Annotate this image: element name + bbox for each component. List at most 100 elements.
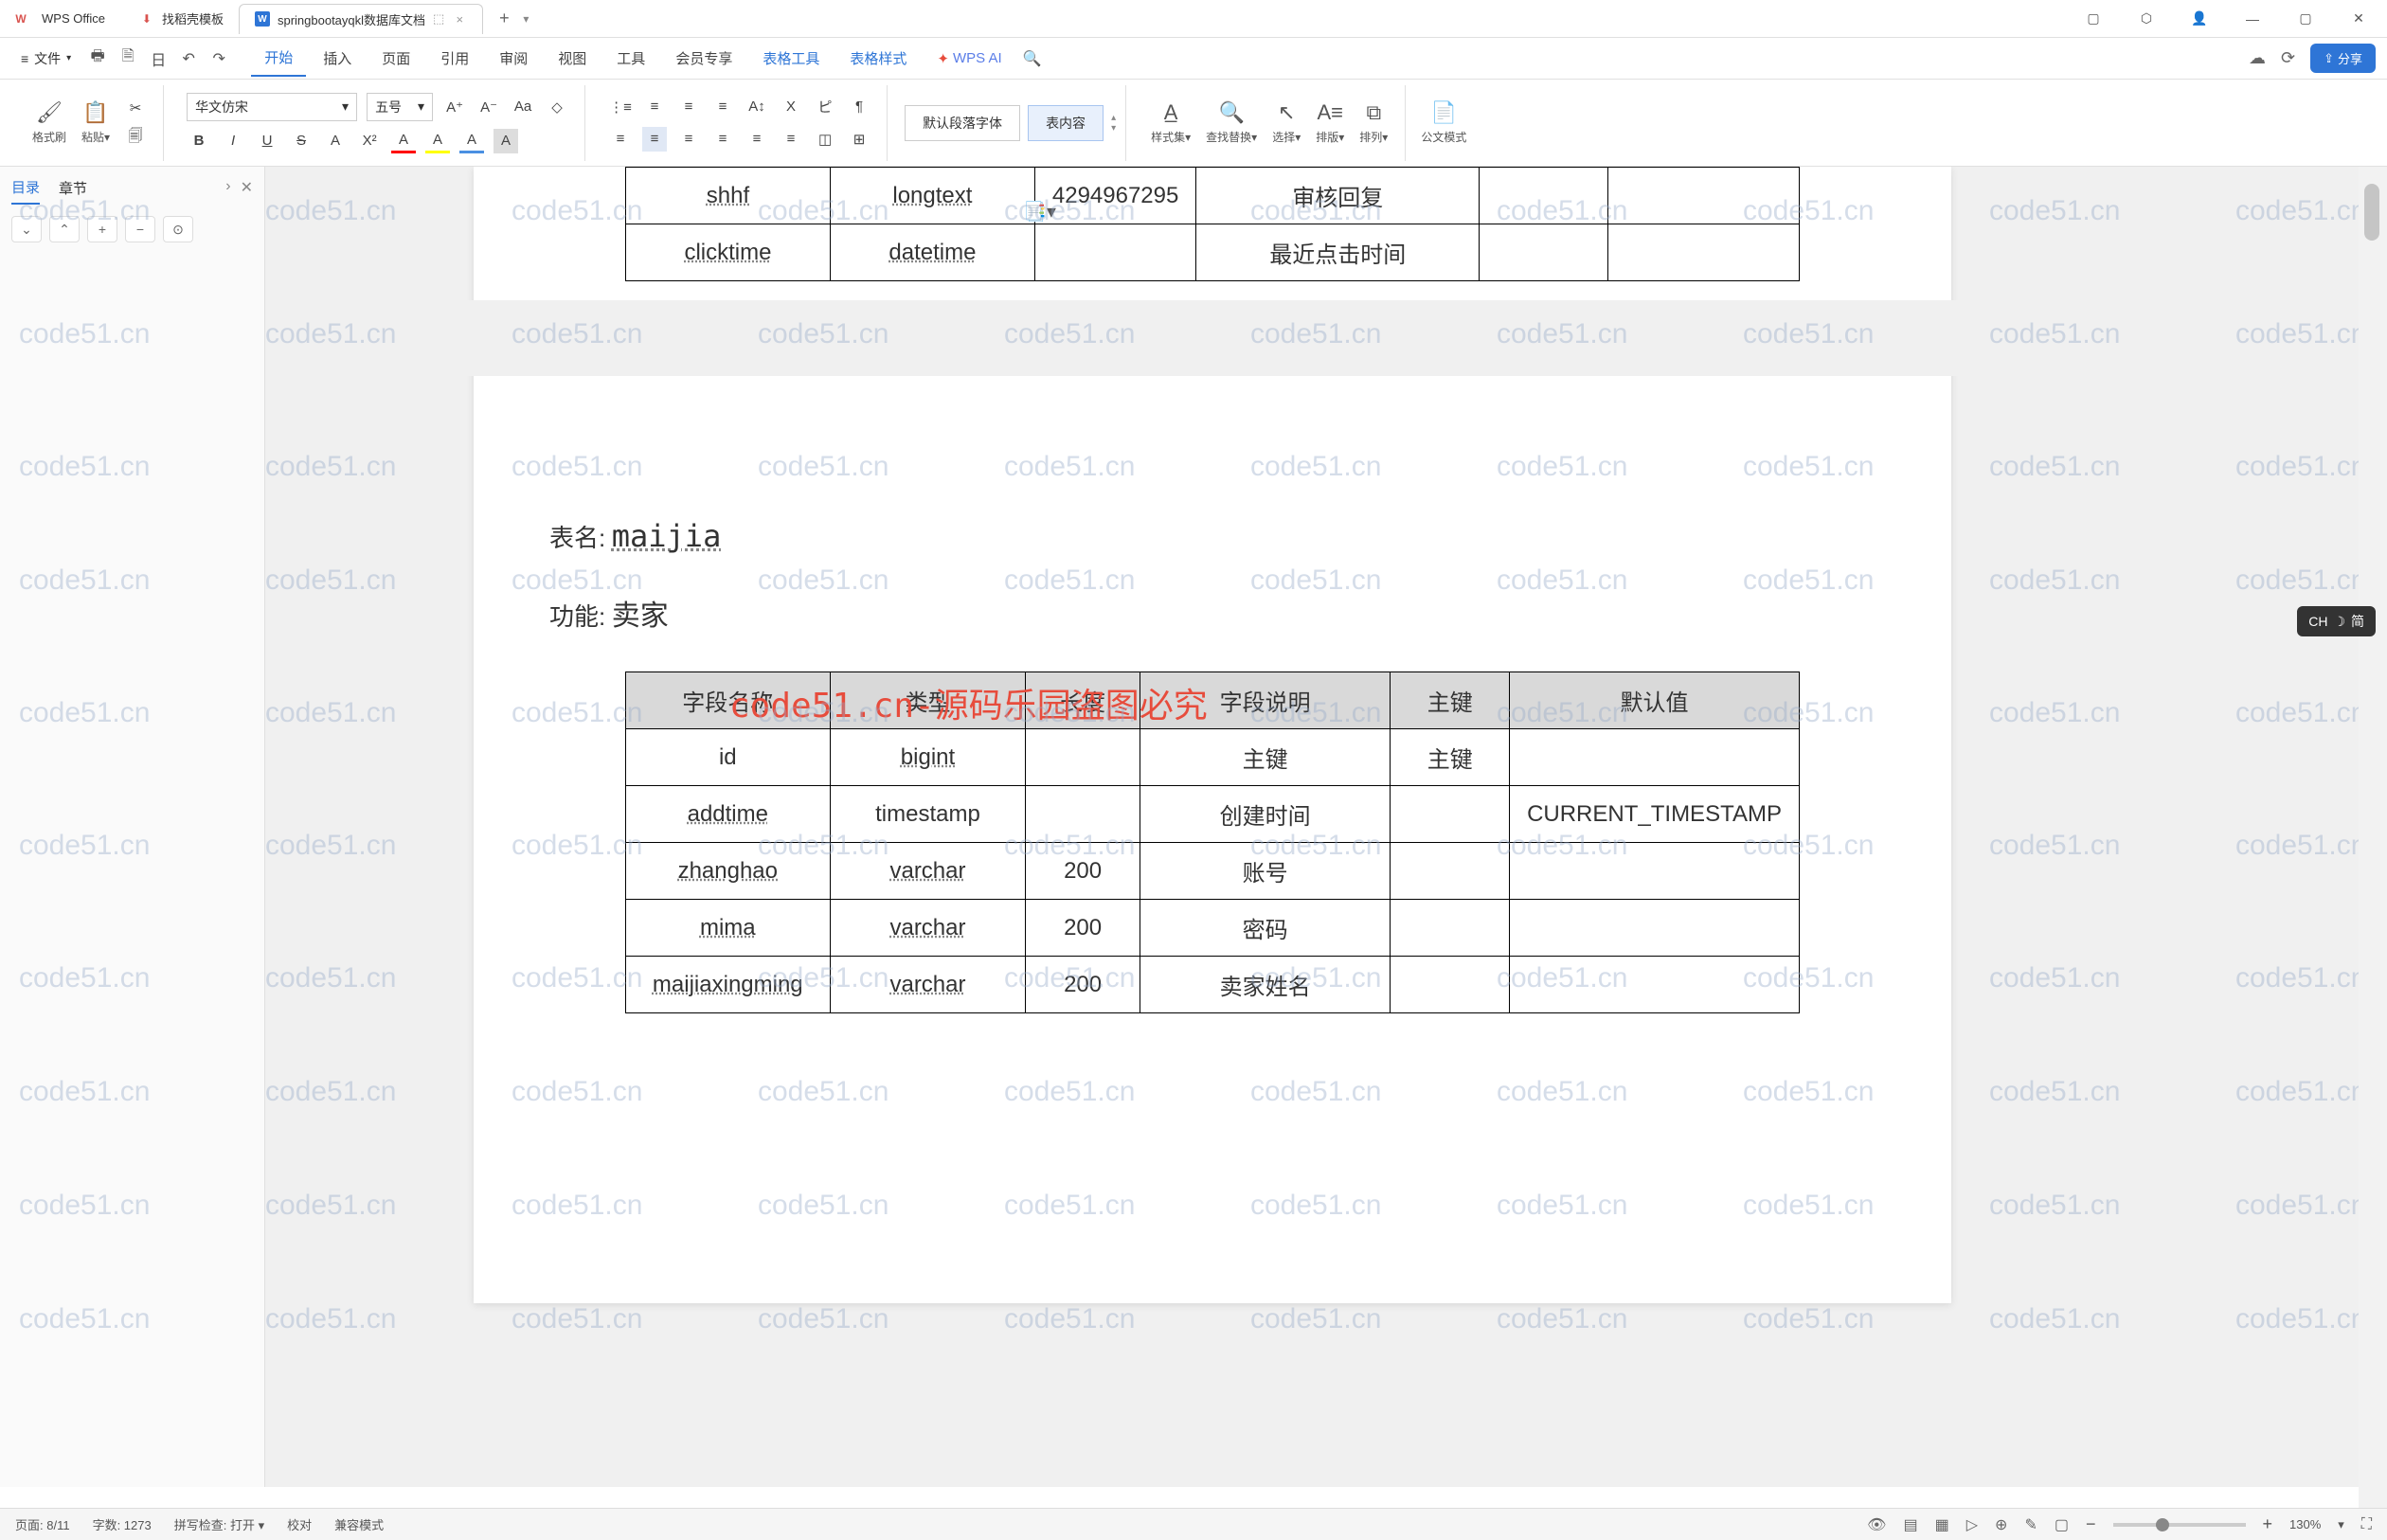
numbering-button[interactable]: ≡ [642, 95, 667, 119]
align-left-button[interactable]: ≡ [608, 127, 633, 152]
web-layout-icon[interactable]: ⊕ [1995, 1515, 2007, 1534]
status-words[interactable]: 字数: 1273 [93, 1515, 152, 1533]
paste-button[interactable]: 📋粘贴▾ [74, 97, 117, 149]
share-button[interactable]: ⇪分享 [2310, 44, 2376, 73]
redo-icon[interactable]: ↷ [206, 45, 232, 72]
search-icon[interactable]: 🔍 [1019, 45, 1046, 72]
table-handle-icon[interactable]: 📑▾ [1023, 200, 1056, 224]
borders-button[interactable]: ⊞ [847, 127, 871, 152]
font-size-select[interactable]: 五号▾ [367, 93, 433, 121]
nav-expand-icon[interactable]: › [225, 178, 230, 197]
ime-indicator[interactable]: CH ☽ 简 [2297, 606, 2376, 636]
tab-document[interactable]: W springbootayqkl数据库文档 ⬚ × [239, 4, 483, 34]
status-page[interactable]: 页面: 8/11 [15, 1515, 70, 1533]
select-button[interactable]: ↖选择▾ [1265, 97, 1308, 149]
zoom-out-button[interactable]: − [2086, 1514, 2096, 1534]
play-icon[interactable]: ▷ [1966, 1515, 1978, 1534]
layout-button[interactable]: A≡排版▾ [1308, 97, 1352, 149]
zoom-dropdown[interactable]: ▾ [2338, 1517, 2344, 1532]
tab-insert[interactable]: 插入 [310, 41, 365, 76]
style-table-content[interactable]: 表内容 [1028, 105, 1104, 141]
tab-wps-ai[interactable]: ✦WPS AI [924, 43, 1014, 75]
add-tab-button[interactable]: + [491, 6, 517, 32]
tab-tools[interactable]: 工具 [603, 41, 658, 76]
page-layout-icon[interactable]: ▤ [1903, 1515, 1917, 1534]
style-default-para[interactable]: 默认段落字体 [905, 105, 1020, 141]
increase-font-button[interactable]: A⁺ [442, 95, 467, 119]
clear-format-button[interactable]: ◇ [545, 95, 569, 119]
font-color-button[interactable]: A [391, 129, 416, 153]
tab-table-tools[interactable]: 表格工具 [749, 41, 833, 76]
zoom-slider[interactable] [2113, 1523, 2246, 1527]
official-mode-button[interactable]: 📄公文模式 [1413, 97, 1474, 149]
nav-tab-toc[interactable]: 目录 [11, 171, 40, 205]
nav-tool-down[interactable]: ⌄ [11, 216, 42, 242]
read-mode-icon[interactable]: 👁 [1867, 1515, 1886, 1534]
change-case-button[interactable]: Aa [511, 95, 535, 119]
file-menu[interactable]: ≡ 文件 ▾ [11, 45, 81, 72]
decrease-indent-button[interactable]: ≡ [676, 95, 701, 119]
nav-tool-add[interactable]: + [87, 216, 117, 242]
preview-icon[interactable]: 🗎 [115, 45, 141, 72]
nav-tool-up[interactable]: ⌃ [49, 216, 80, 242]
close-icon[interactable]: × [452, 11, 467, 27]
char-scale-button[interactable]: X [779, 95, 803, 119]
align-center-button[interactable]: ≡ [642, 127, 667, 152]
print-icon[interactable]: 🖶 [84, 45, 111, 72]
tab-templates[interactable]: ⬇ 找稻壳模板 [124, 4, 239, 34]
phonetic-button[interactable]: ピ [813, 95, 837, 119]
scrollbar-thumb[interactable] [2364, 184, 2379, 241]
underline-button[interactable]: U [255, 129, 279, 153]
copy-button[interactable]: 🗐 [123, 126, 148, 151]
zoom-in-button[interactable]: + [2263, 1514, 2273, 1534]
edit-icon[interactable]: ✎ [2024, 1515, 2037, 1534]
fit-icon[interactable]: ⛶ [2361, 1516, 2372, 1533]
font-name-select[interactable]: 华文仿宋▾ [187, 93, 357, 121]
zoom-value[interactable]: 130% [2289, 1517, 2321, 1531]
font-effects-button[interactable]: A [459, 129, 484, 153]
tab-home[interactable]: 开始 [251, 40, 306, 77]
text-direction-button[interactable]: A↕ [745, 95, 769, 119]
para-mark-button[interactable]: ¶ [847, 95, 871, 119]
increase-indent-button[interactable]: ≡ [710, 95, 735, 119]
win-icon-2[interactable]: ⬡ [2129, 5, 2163, 33]
status-review[interactable]: 校对 [287, 1515, 312, 1533]
tab-page[interactable]: 页面 [368, 41, 423, 76]
align-right-button[interactable]: ≡ [676, 127, 701, 152]
tab-member[interactable]: 会员专享 [662, 41, 745, 76]
subscript-button[interactable]: X² [357, 129, 382, 153]
nav-close-icon[interactable]: ✕ [241, 178, 253, 197]
arrange-button[interactable]: ⧉排列▾ [1352, 97, 1395, 149]
distribute-button[interactable]: ≡ [745, 127, 769, 152]
tab-dropdown[interactable]: ▾ [523, 12, 529, 26]
cloud-icon[interactable]: ☁ [2249, 48, 2266, 68]
format-painter-button[interactable]: 🖌格式刷 [25, 97, 74, 149]
strike-button[interactable]: S [289, 129, 314, 153]
history-icon[interactable]: ⟳ [2281, 48, 2295, 68]
status-spell[interactable]: 拼写检查: 打开 ▾ [174, 1515, 264, 1533]
char-shading-button[interactable]: A [494, 129, 518, 153]
avatar-icon[interactable]: 👤 [2182, 5, 2216, 33]
line-spacing-button[interactable]: ≡ [779, 127, 803, 152]
square-icon[interactable]: ▢ [2055, 1515, 2069, 1534]
shading-button[interactable]: ◫ [813, 127, 837, 152]
tab-review[interactable]: 审阅 [486, 41, 541, 76]
tab-table-style[interactable]: 表格样式 [836, 41, 920, 76]
nav-tab-chapter[interactable]: 章节 [59, 172, 87, 204]
minimize-button[interactable]: — [2235, 5, 2270, 33]
tab-view[interactable]: 视图 [545, 41, 600, 76]
win-icon-1[interactable]: ▢ [2076, 5, 2110, 33]
outline-icon[interactable]: ▦ [1935, 1515, 1949, 1534]
find-replace-button[interactable]: 🔍查找替换▾ [1198, 97, 1265, 149]
style-gallery-more[interactable]: ▴▾ [1111, 113, 1116, 134]
save-icon[interactable]: 日 [145, 45, 171, 72]
cut-button[interactable]: ✂ [123, 96, 148, 120]
italic-button[interactable]: I [221, 129, 245, 153]
style-set-button[interactable]: A̲样式集▾ [1143, 97, 1198, 149]
bold-button[interactable]: B [187, 129, 211, 153]
scrollbar-track[interactable] [2359, 167, 2387, 1508]
maximize-button[interactable]: ▢ [2288, 5, 2323, 33]
document-area[interactable]: 📑▾ shhf longtext 4294967295 审核回复 clickti… [265, 167, 2359, 1487]
nav-tool-remove[interactable]: − [125, 216, 155, 242]
close-button[interactable]: ✕ [2342, 5, 2376, 33]
